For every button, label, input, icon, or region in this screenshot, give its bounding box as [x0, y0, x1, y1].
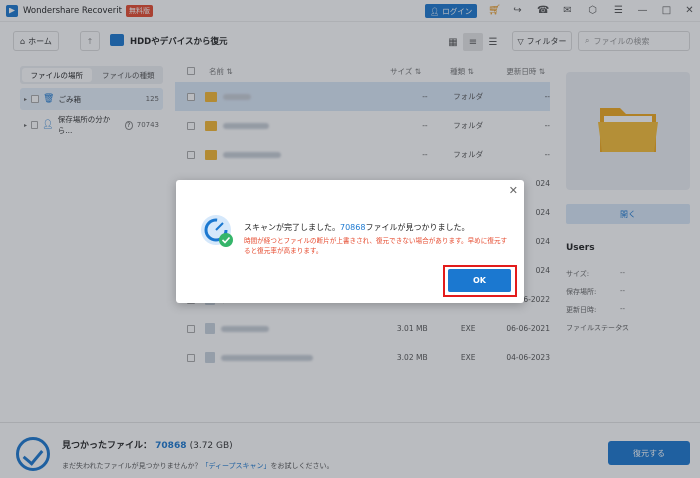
- scan-complete-dialog: ✕ スキャンが完了しました。70868ファイルが見つかりました。 時間が経つとフ…: [176, 180, 524, 303]
- dialog-warning: 時間が経つとファイルの断片が上書きされ、復元できない場合があります。早めに復元す…: [244, 237, 508, 255]
- scan-complete-icon: [201, 215, 233, 247]
- close-icon[interactable]: ✕: [509, 184, 518, 197]
- ok-button[interactable]: OK: [448, 269, 511, 292]
- dialog-title: スキャンが完了しました。70868ファイルが見つかりました。: [244, 223, 470, 232]
- dialog-count: 70868: [340, 223, 366, 232]
